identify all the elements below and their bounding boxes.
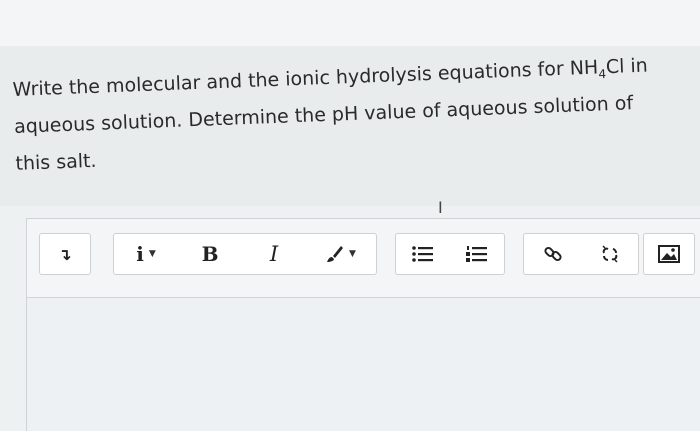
toolbar-group-lists (395, 233, 505, 275)
image-icon (658, 245, 680, 263)
question-text: Write the molecular and the ionic hydrol… (12, 46, 692, 183)
info-icon: i (136, 242, 144, 266)
question-area: Write the molecular and the ionic hydrol… (0, 46, 700, 206)
numbered-list-button[interactable] (465, 238, 489, 270)
bullet-list-icon (412, 246, 433, 262)
toolbar-group-paragraph: ↴ (39, 233, 91, 275)
link-button[interactable] (541, 238, 565, 270)
question-line-2: aqueous solution. Determine the pH value… (13, 92, 634, 138)
editor-toolbar: ↴ i ▼ B I ▼ (27, 219, 700, 298)
toolbar-group-format: i ▼ B I ▼ (113, 233, 377, 275)
chevron-down-icon: ▼ (148, 249, 156, 259)
bold-icon: B (201, 242, 219, 266)
bullet-list-button[interactable] (411, 238, 435, 270)
italic-icon: I (269, 242, 279, 266)
toolbar-group-links (523, 233, 639, 275)
paragraph-icon: ↴ (58, 244, 72, 264)
question-line-3: this salt. (15, 149, 97, 175)
text-cursor-icon: I (438, 198, 443, 217)
info-dropdown-button[interactable]: i ▼ (134, 238, 158, 270)
unlink-button[interactable] (598, 238, 622, 270)
editor-content-area[interactable] (27, 298, 700, 431)
rich-text-editor: ↴ i ▼ B I ▼ (26, 218, 700, 431)
unlink-icon (601, 245, 618, 263)
toolbar-group-media (643, 233, 695, 275)
bold-button[interactable]: B (198, 238, 222, 270)
brush-dropdown-button[interactable]: ▼ (326, 238, 356, 270)
chevron-down-icon: ▼ (349, 249, 356, 259)
image-button[interactable] (657, 238, 681, 270)
top-strip (0, 0, 700, 47)
paragraph-button[interactable]: ↴ (53, 238, 77, 270)
brush-icon (327, 246, 344, 262)
italic-button[interactable]: I (262, 238, 286, 270)
numbered-list-icon (466, 246, 487, 262)
question-line-1: Write the molecular and the ionic hydrol… (12, 54, 649, 101)
link-icon (543, 246, 562, 262)
